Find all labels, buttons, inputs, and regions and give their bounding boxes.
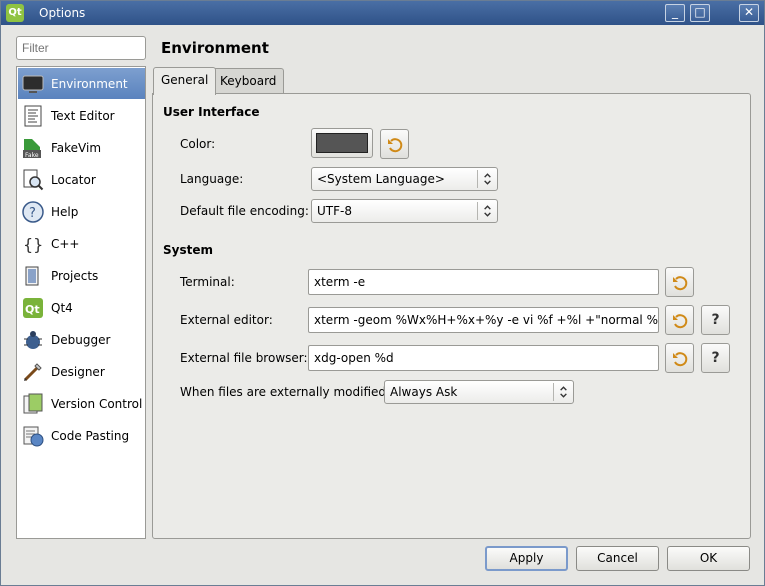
language-label: Language: (180, 172, 244, 186)
chevron-updown-icon (477, 170, 491, 188)
page-title: Environment (161, 39, 269, 57)
window-title: Options (39, 6, 86, 20)
language-value: <System Language> (317, 172, 445, 186)
file-browser-help-button[interactable]: ? (701, 343, 730, 373)
sidebar-item-qt4[interactable]: Qt Qt4 (18, 292, 145, 323)
qt4-icon: Qt (23, 298, 43, 318)
options-window: Qt Options _ □ ✕ Environment Text Editor… (0, 0, 765, 586)
externally-modified-value: Always Ask (390, 385, 458, 399)
help-question-icon: ? (711, 350, 720, 366)
editor-help-button[interactable]: ? (701, 305, 730, 335)
externally-modified-label: When files are externally modified: (180, 385, 391, 399)
language-select[interactable]: <System Language> (311, 167, 498, 191)
user-interface-heading: User Interface (163, 105, 260, 119)
version-control-icon (23, 393, 43, 414)
sidebar-item-label: Version Control (51, 397, 143, 411)
svg-text:?: ? (29, 206, 36, 221)
tab-keyboard[interactable]: Keyboard (212, 68, 285, 93)
reset-icon (673, 314, 688, 329)
sidebar-item-label: C++ (51, 237, 80, 251)
sidebar-item-label: Debugger (51, 333, 111, 347)
color-swatch (316, 133, 368, 153)
debugger-icon (24, 331, 42, 349)
sidebar-item-projects[interactable]: Projects (18, 260, 145, 291)
sidebar-item-version-control[interactable]: Version Control (18, 388, 145, 419)
maximize-button[interactable]: □ (690, 4, 710, 22)
minimize-button[interactable]: _ (665, 4, 685, 22)
reset-terminal-button[interactable] (665, 267, 694, 297)
reset-icon (673, 352, 688, 367)
text-editor-icon (24, 105, 42, 127)
sidebar-item-label: Designer (51, 365, 105, 379)
sidebar-item-label: Locator (51, 173, 96, 187)
svg-text:Fake: Fake (25, 152, 39, 159)
encoding-select[interactable]: UTF-8 (311, 199, 498, 223)
external-editor-label: External editor: (180, 313, 273, 327)
terminal-label: Terminal: (180, 275, 235, 289)
external-file-browser-input[interactable]: xdg-open %d (308, 345, 659, 371)
help-question-icon: ? (711, 312, 720, 328)
cpp-icon: {} (23, 235, 43, 254)
help-icon: ? (22, 201, 44, 223)
cancel-button[interactable]: Cancel (576, 546, 659, 571)
close-button[interactable]: ✕ (739, 4, 759, 22)
code-pasting-icon (23, 426, 44, 447)
encoding-value: UTF-8 (317, 204, 352, 218)
sidebar-item-label: Projects (51, 269, 99, 283)
filter-input[interactable] (16, 36, 146, 60)
color-label: Color: (180, 137, 216, 151)
sidebar-item-code-pasting[interactable]: Code Pasting (18, 420, 145, 451)
color-picker-button[interactable] (311, 128, 373, 158)
reset-editor-button[interactable] (665, 305, 694, 335)
sidebar-item-debugger[interactable]: Debugger (18, 324, 145, 355)
title-bar[interactable]: Qt Options _ □ ✕ (1, 1, 764, 25)
sidebar: Environment Text Editor Fake FakeVim Loc… (16, 66, 146, 539)
sidebar-item-environment[interactable]: Environment (18, 68, 145, 99)
encoding-label: Default file encoding: (180, 204, 309, 218)
qt-app-icon: Qt (6, 4, 24, 22)
sidebar-item-label: FakeVim (51, 141, 102, 155)
reset-color-button[interactable] (380, 129, 409, 159)
sidebar-item-cpp[interactable]: {} C++ (18, 228, 145, 259)
svg-text:Qt: Qt (25, 303, 40, 316)
ok-button[interactable]: OK (667, 546, 750, 571)
sidebar-item-label: Qt4 (51, 301, 73, 315)
monitor-icon (22, 75, 44, 93)
sidebar-item-label: Help (51, 205, 79, 219)
locator-icon (23, 169, 44, 191)
reset-icon (673, 276, 688, 291)
terminal-input[interactable]: xterm -e (308, 269, 659, 295)
sidebar-item-text-editor[interactable]: Text Editor (18, 100, 145, 131)
external-editor-input[interactable]: xterm -geom %Wx%H+%x+%y -e vi %f +%l +"n… (308, 307, 659, 333)
tab-general[interactable]: General (153, 67, 217, 95)
projects-icon (25, 266, 39, 286)
svg-text:{}: {} (23, 235, 43, 254)
designer-icon (23, 363, 42, 382)
fakevim-icon: Fake (23, 139, 41, 159)
apply-button[interactable]: Apply (485, 546, 568, 571)
sidebar-item-label: Text Editor (51, 109, 115, 123)
sidebar-item-help[interactable]: ? Help (18, 196, 145, 227)
reset-file-browser-button[interactable] (665, 343, 694, 373)
reset-icon (388, 138, 403, 153)
sidebar-item-fakevim[interactable]: Fake FakeVim (18, 132, 145, 163)
externally-modified-select[interactable]: Always Ask (384, 380, 574, 404)
system-heading: System (163, 243, 213, 257)
chevron-updown-icon (477, 202, 491, 220)
sidebar-item-designer[interactable]: Designer (18, 356, 145, 387)
chevron-updown-icon (553, 383, 567, 401)
external-file-browser-label: External file browser: (180, 351, 308, 365)
sidebar-item-label: Environment (51, 77, 128, 91)
sidebar-item-label: Code Pasting (51, 429, 130, 443)
sidebar-item-locator[interactable]: Locator (18, 164, 145, 195)
